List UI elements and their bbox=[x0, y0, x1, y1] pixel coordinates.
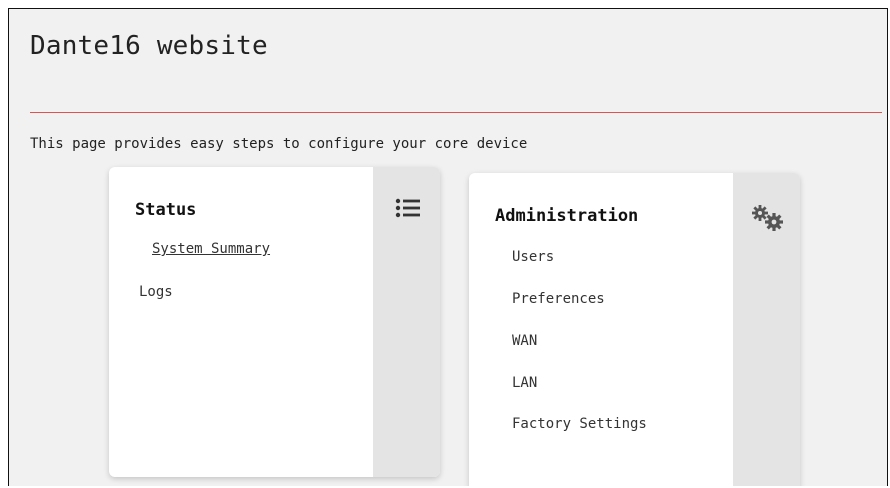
link-factory-settings[interactable]: Factory Settings bbox=[512, 416, 647, 432]
page-title: Dante16 website bbox=[30, 31, 268, 61]
gears-icon[interactable] bbox=[749, 203, 785, 235]
administration-card-title: Administration bbox=[495, 206, 639, 226]
link-preferences[interactable]: Preferences bbox=[512, 291, 605, 307]
link-lan[interactable]: LAN bbox=[512, 375, 537, 391]
link-system-summary[interactable]: System Summary bbox=[152, 241, 270, 257]
link-logs[interactable]: Logs bbox=[139, 284, 173, 300]
list-icon[interactable] bbox=[395, 197, 421, 223]
status-card: Status System Summary Logs bbox=[109, 167, 440, 477]
link-users[interactable]: Users bbox=[512, 249, 554, 265]
administration-card: Administration Users Preferences WAN LAN… bbox=[469, 173, 800, 486]
title-divider bbox=[30, 112, 882, 113]
intro-text: This page provides easy steps to configu… bbox=[30, 136, 528, 152]
status-card-title: Status bbox=[135, 200, 197, 220]
page-frame: Dante16 website This page provides easy … bbox=[8, 8, 888, 486]
link-wan[interactable]: WAN bbox=[512, 333, 537, 349]
